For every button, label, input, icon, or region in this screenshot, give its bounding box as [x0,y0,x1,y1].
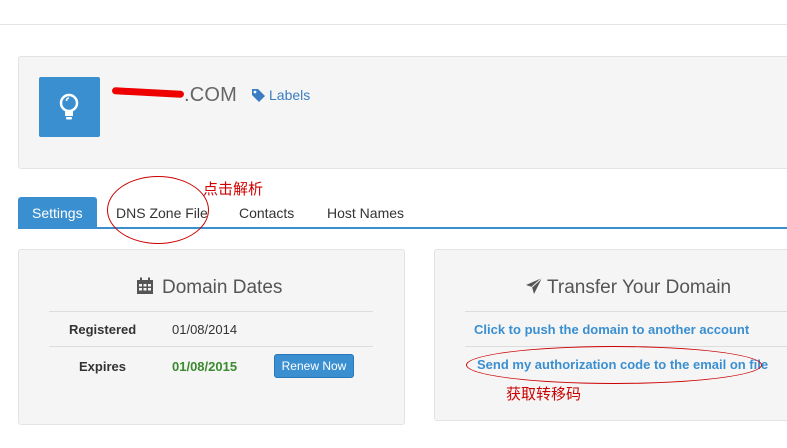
expires-label: Expires [79,359,126,374]
domain-icon-tile [39,77,100,137]
tab-settings[interactable]: Settings [18,197,97,227]
divider [49,346,373,347]
transfer-title-text: Transfer Your Domain [547,277,732,298]
registered-date: 01/08/2014 [172,322,238,337]
dns-annotation: 点击解析 [203,180,264,198]
domain-dates-title: Domain Dates [136,277,282,299]
expires-date: 01/08/2015 [172,359,238,374]
transfer-domain-panel: Transfer Your Domain Click to push the d… [434,249,787,421]
labels-link[interactable]: Labels [251,87,310,103]
registered-label: Registered [69,322,137,337]
labels-link-text[interactable]: Labels [269,87,310,103]
dns-annotation-circle [107,176,209,244]
tab-contacts[interactable]: Contacts [225,197,308,227]
divider [465,311,787,312]
domain-header-panel: .COM Labels [18,56,787,169]
domain-dates-title-text: Domain Dates [162,277,283,298]
paper-plane-icon [526,277,543,294]
tab-host-names[interactable]: Host Names [313,197,418,227]
calendar-icon [137,277,153,294]
auth-annotation-circle [466,346,762,384]
transfer-title: Transfer Your Domain [525,277,731,299]
top-bar [0,0,787,25]
divider [49,311,373,312]
push-domain-link[interactable]: Click to push the domain to another acco… [474,322,749,337]
domain-dates-panel: Domain Dates Registered 01/08/2014 Expir… [18,249,405,425]
renew-now-button[interactable]: Renew Now [274,354,354,378]
tag-icon [252,89,265,102]
auth-annotation: 获取转移码 [506,385,582,403]
lightbulb-icon [59,93,79,120]
